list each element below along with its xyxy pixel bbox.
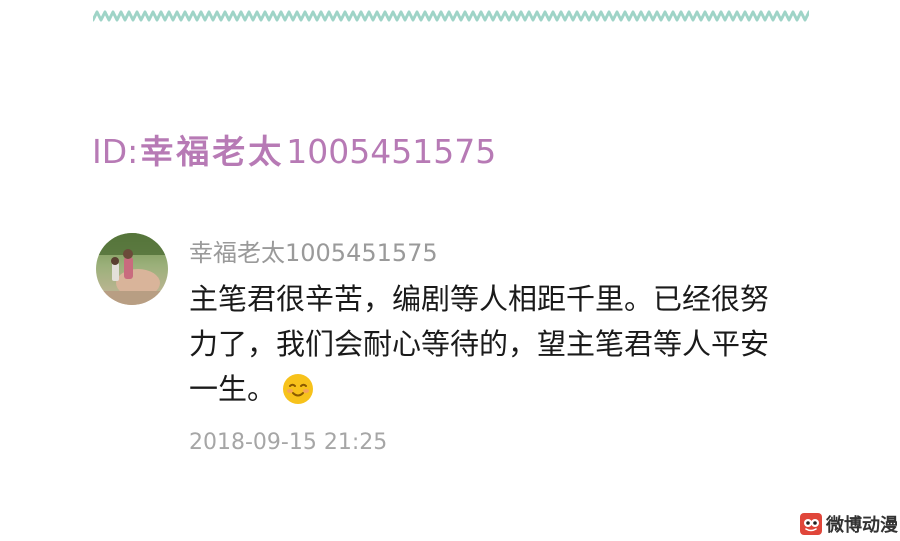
id-prefix: ID:	[92, 132, 139, 171]
id-name: 幸福老太	[140, 132, 285, 171]
comment-line-text: 一生。	[189, 372, 277, 406]
comment-line: 力了，我们会耐心等待的，望主笔君等人平安	[189, 327, 770, 361]
wavy-divider	[93, 10, 809, 22]
avatar-photo-icon	[96, 233, 168, 305]
comment-line: 主笔君很辛苦，编剧等人相距千里。已经很努	[189, 282, 770, 316]
watermark: 微博动漫	[800, 511, 898, 537]
smiling-face-icon	[283, 374, 314, 404]
weibo-comic-logo-icon	[800, 513, 822, 535]
comment-timestamp: 2018-09-15 21:25	[189, 430, 388, 455]
watermark-text: 微博动漫	[826, 515, 898, 536]
comment-text: 主笔君很辛苦，编剧等人相距千里。已经很努 力了，我们会耐心等待的，望主笔君等人平…	[189, 277, 829, 412]
user-id-heading: ID:幸福老太1005451575	[92, 130, 496, 174]
comment-username[interactable]: 幸福老太1005451575	[189, 236, 438, 270]
avatar[interactable]	[96, 233, 168, 305]
comment-line-last: 一生。	[189, 367, 829, 412]
id-number: 1005451575	[286, 132, 497, 171]
